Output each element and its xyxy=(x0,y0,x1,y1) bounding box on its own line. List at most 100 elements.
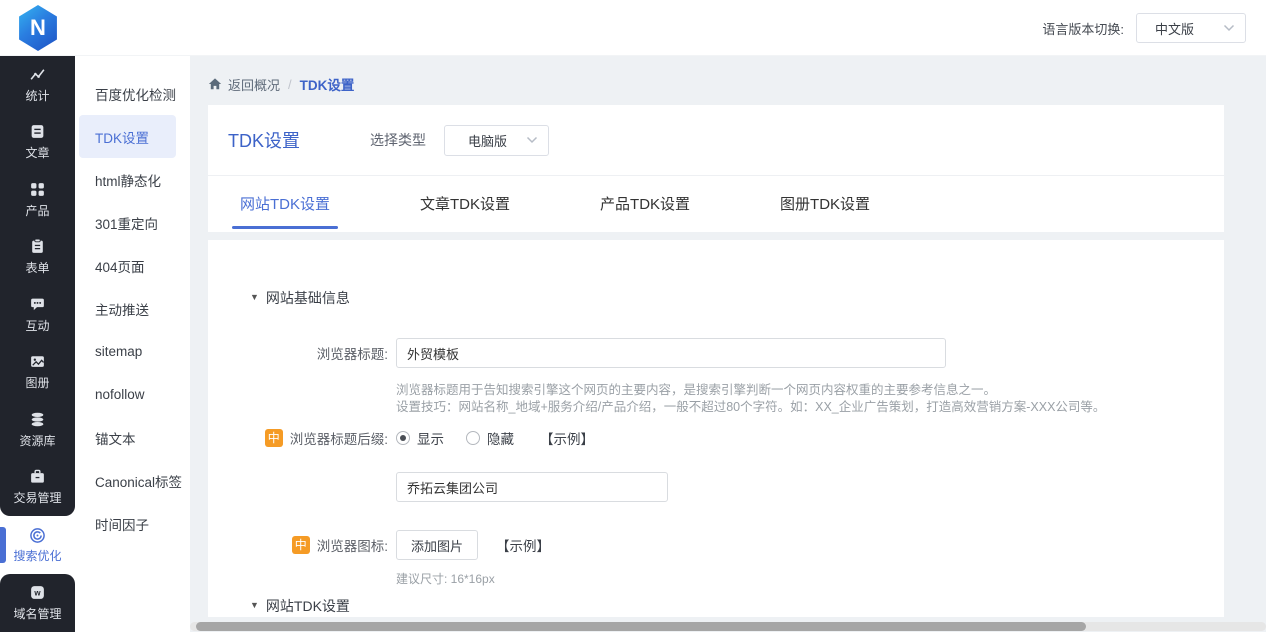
chevron-down-icon xyxy=(1223,24,1235,32)
radio-unselected-icon xyxy=(466,431,480,445)
submenu-item-label: 时间因子 xyxy=(95,517,149,533)
tdk-form-card: ▼ 网站基础信息 浏览器标题: 浏览器标题用于告知搜索引擎这个网页的主要内容，是… xyxy=(208,240,1224,617)
breadcrumb: 返回概况 / TDK设置 xyxy=(208,74,354,94)
tab-product-tdk[interactable]: 产品TDK设置 xyxy=(600,176,690,231)
submenu-item-canonical[interactable]: Canonical标签 xyxy=(75,459,190,502)
app-screen: N 语言版本切换: 中文版 统计 文章 产品 表单 互动 图册 资源库 交易管理… xyxy=(0,0,1266,632)
chinese-version-badge: 中 xyxy=(264,429,283,447)
submenu-item-label: 锚文本 xyxy=(95,431,136,447)
breadcrumb-home-label: 返回概况 xyxy=(228,77,281,93)
submenu-item-404-page[interactable]: 404页面 xyxy=(75,244,190,287)
browser-title-help: 浏览器标题用于告知搜索引擎这个网页的主要内容，是搜索引擎判断一个网页内容权重的主… xyxy=(396,382,1105,416)
sidebar-item-label: 文章 xyxy=(25,146,50,161)
language-label: 语言版本切换: xyxy=(1042,21,1124,37)
size-hint: 建议尺寸: 16*16px xyxy=(396,572,495,586)
active-indicator-bar xyxy=(0,527,6,563)
sidebar-item-products[interactable]: 产品 xyxy=(0,171,75,229)
title-suffix-example-link[interactable]: 【示例】 xyxy=(540,428,594,448)
page-title: TDK设置 xyxy=(228,131,300,151)
title-suffix-value-row xyxy=(208,472,668,502)
type-select[interactable]: 电脑版 xyxy=(444,124,549,156)
submenu-item-label: TDK设置 xyxy=(95,130,149,146)
language-select[interactable]: 中文版 xyxy=(1136,13,1246,43)
submenu-item-label: sitemap xyxy=(95,344,143,359)
radio-selected-icon xyxy=(396,431,410,445)
submenu-item-sitemap[interactable]: sitemap xyxy=(75,330,190,373)
primary-sidebar: 统计 文章 产品 表单 互动 图册 资源库 交易管理 搜索优化 w 域名管理 xyxy=(0,56,75,632)
sidebar-item-trade[interactable]: 交易管理 xyxy=(0,459,75,517)
sidebar-item-forms[interactable]: 表单 xyxy=(0,229,75,287)
logo-letter: N xyxy=(30,15,46,40)
app-logo[interactable]: N xyxy=(19,5,57,51)
submenu-item-label: 301重定向 xyxy=(95,216,159,232)
title-suffix-label: 浏览器标题后缀: xyxy=(289,432,388,447)
stats-icon xyxy=(29,66,46,83)
resource-icon xyxy=(29,411,46,428)
sidebar-item-stats[interactable]: 统计 xyxy=(0,56,75,114)
sidebar-segment-top: 统计 文章 产品 表单 互动 图册 资源库 交易管理 xyxy=(0,56,75,516)
sidebar-item-label: 表单 xyxy=(25,261,50,276)
submenu-item-baidu-check[interactable]: 百度优化检测 xyxy=(75,72,190,115)
section-site-basic-info[interactable]: ▼ 网站基础信息 xyxy=(250,288,350,308)
add-image-button[interactable]: 添加图片 xyxy=(396,530,479,560)
tab-article-tdk[interactable]: 文章TDK设置 xyxy=(420,176,510,231)
browser-icon-example-link[interactable]: 【示例】 xyxy=(496,535,550,555)
seo-icon xyxy=(29,527,46,544)
title-suffix-row: 中 浏览器标题后缀: 显示 隐藏 【示例】 xyxy=(208,428,594,448)
breadcrumb-separator: / xyxy=(288,76,292,92)
tab-label: 网站TDK设置 xyxy=(240,196,331,213)
section-site-tdk[interactable]: ▼ 网站TDK设置 xyxy=(250,596,350,616)
type-select-label: 选择类型 xyxy=(370,132,426,148)
trade-icon xyxy=(29,468,46,485)
submenu-item-tdk-settings[interactable]: TDK设置 xyxy=(79,115,176,158)
sidebar-item-interaction[interactable]: 互动 xyxy=(0,286,75,344)
submenu-item-html-static[interactable]: html静态化 xyxy=(75,158,190,201)
form-icon xyxy=(29,238,46,255)
submenu-item-label: 主动推送 xyxy=(95,302,149,318)
submenu-item-label: html静态化 xyxy=(95,173,162,189)
submenu-item-label: Canonical标签 xyxy=(95,474,183,490)
sidebar-item-label: 产品 xyxy=(25,203,50,218)
breadcrumb-home-link[interactable]: 返回概况 xyxy=(208,75,280,94)
sidebar-item-label: 交易管理 xyxy=(13,491,62,506)
sidebar-item-articles[interactable]: 文章 xyxy=(0,114,75,172)
main-content: 返回概况 / TDK设置 TDK设置 选择类型 电脑版 网站TDK设置 文章TD… xyxy=(190,56,1266,632)
tdk-tabs: 网站TDK设置 文章TDK设置 产品TDK设置 图册TDK设置 xyxy=(208,176,1224,231)
submenu-item-time-factor[interactable]: 时间因子 xyxy=(75,502,190,545)
sidebar-item-label: 搜索优化 xyxy=(13,548,62,563)
section-title: 网站TDK设置 xyxy=(265,598,350,614)
product-icon xyxy=(29,181,46,198)
tab-label: 文章TDK设置 xyxy=(420,196,511,213)
collapse-triangle-icon: ▼ xyxy=(250,600,259,610)
browser-title-input[interactable] xyxy=(396,338,946,368)
tab-label: 产品TDK设置 xyxy=(600,196,691,213)
top-bar: N 语言版本切换: 中文版 xyxy=(0,0,1266,56)
horizontal-scrollbar-thumb[interactable] xyxy=(196,622,1086,631)
home-icon xyxy=(208,78,222,90)
radio-show-label: 显示 xyxy=(417,432,444,447)
type-select-value: 电脑版 xyxy=(467,133,507,149)
language-switcher: 语言版本切换: 中文版 xyxy=(1042,13,1246,43)
help-line-1: 浏览器标题用于告知搜索引擎这个网页的主要内容，是搜索引擎判断一个网页内容权重的主… xyxy=(396,383,997,397)
horizontal-scrollbar-track[interactable] xyxy=(190,622,1266,631)
sidebar-item-gallery[interactable]: 图册 xyxy=(0,344,75,402)
sidebar-item-seo-active[interactable]: 搜索优化 xyxy=(0,516,75,574)
title-row: TDK设置 选择类型 电脑版 xyxy=(208,105,1224,176)
radio-show[interactable]: 显示 xyxy=(396,428,444,448)
sidebar-item-resources[interactable]: 资源库 xyxy=(0,401,75,459)
submenu-item-active-push[interactable]: 主动推送 xyxy=(75,287,190,330)
submenu-item-301-redirect[interactable]: 301重定向 xyxy=(75,201,190,244)
tab-site-tdk[interactable]: 网站TDK设置 xyxy=(231,176,339,231)
help-line-2: 设置技巧：网站名称_地域+服务介绍/产品介绍，一般不超过80个字符。如：XX_企… xyxy=(396,400,1106,414)
submenu-item-anchor-text[interactable]: 锚文本 xyxy=(75,416,190,459)
title-suffix-input[interactable] xyxy=(396,472,668,502)
tab-gallery-tdk[interactable]: 图册TDK设置 xyxy=(780,176,870,231)
submenu-item-nofollow[interactable]: nofollow xyxy=(75,373,190,416)
radio-hide[interactable]: 隐藏 xyxy=(466,428,514,448)
submenu-item-label: 百度优化检测 xyxy=(95,87,176,103)
domain-icon: w xyxy=(29,584,46,601)
interaction-icon xyxy=(29,296,46,313)
sidebar-item-domain[interactable]: w 域名管理 xyxy=(0,574,75,632)
submenu-item-label: 404页面 xyxy=(95,259,145,275)
browser-title-row: 浏览器标题: xyxy=(208,338,946,368)
